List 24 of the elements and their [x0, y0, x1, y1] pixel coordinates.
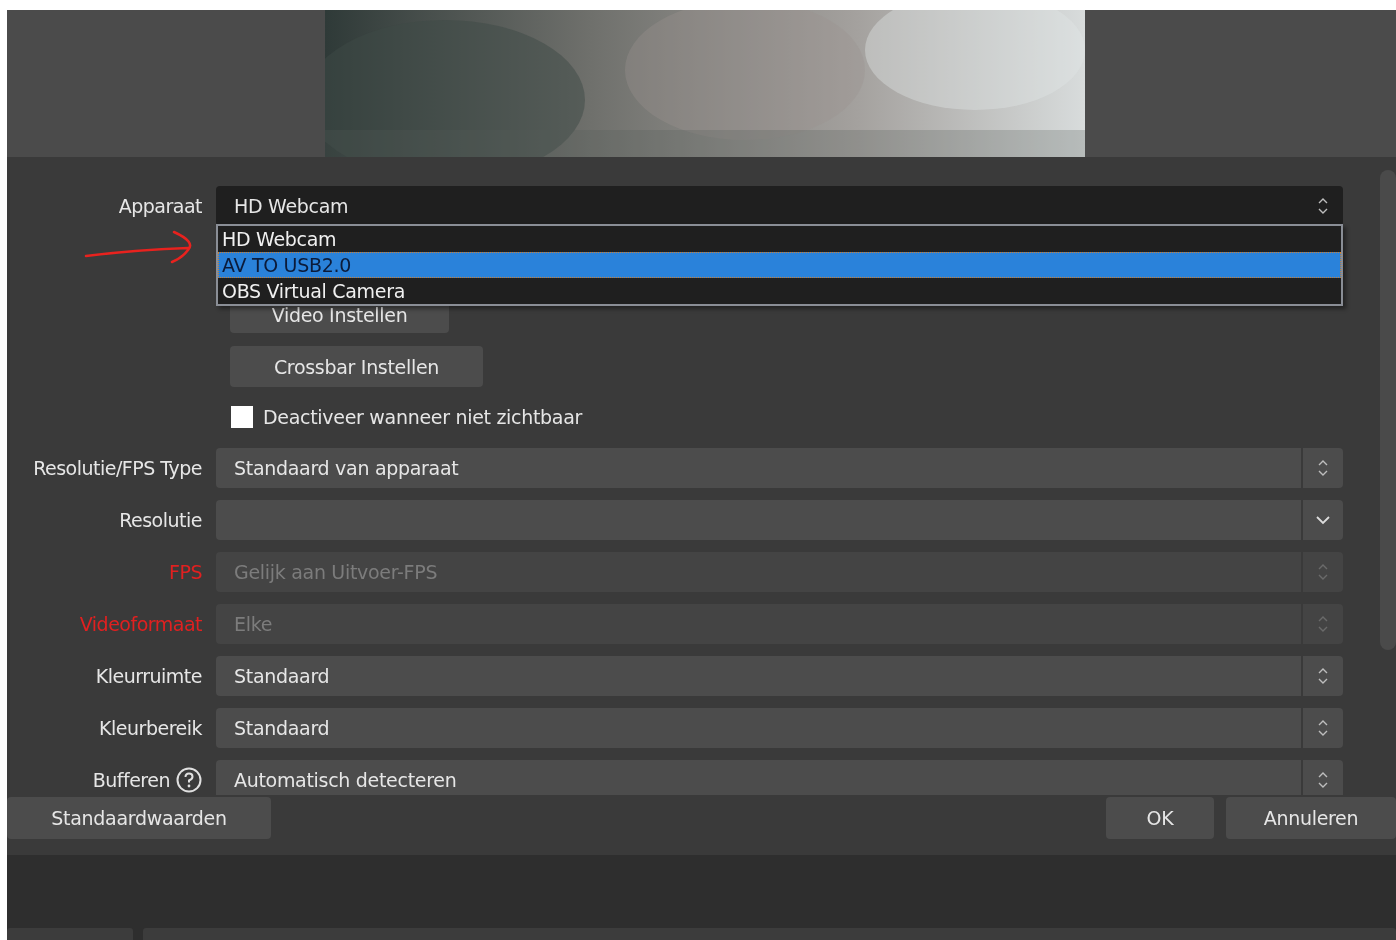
select-field[interactable]: Standaard: [216, 708, 1343, 748]
cancel-button[interactable]: Annuleren: [1226, 797, 1396, 839]
chevron-down-icon: [1316, 515, 1330, 525]
field-label: Resolutie/FPS Type: [33, 457, 202, 479]
select-field[interactable]: Automatisch detecteren: [216, 760, 1343, 795]
select-field[interactable]: Standaard van apparaat: [216, 448, 1343, 488]
dropdown-option[interactable]: AV TO USB2.0: [218, 252, 1341, 278]
field-label: Videoformaat: [79, 613, 202, 635]
field-label: Resolutie: [119, 509, 202, 531]
settings-button[interactable]: Crossbar Instellen: [230, 346, 483, 387]
field-label: Bufferen: [92, 769, 170, 791]
checkbox-label: Deactiveer wanneer niet zichtbaar: [263, 406, 583, 428]
field-label: FPS: [169, 561, 202, 583]
field-label: Kleurruimte: [95, 665, 202, 687]
ok-button[interactable]: OK: [1106, 797, 1214, 839]
device-dropdown[interactable]: HD Webcam: [216, 186, 1343, 226]
help-icon[interactable]: [176, 767, 202, 793]
defaults-button[interactable]: Standaardwaarden: [7, 797, 271, 839]
dropdown-option[interactable]: HD Webcam: [218, 226, 1341, 252]
select-field[interactable]: Standaard: [216, 656, 1343, 696]
field-label: Apparaat: [117, 195, 203, 217]
select-field[interactable]: [216, 500, 1343, 540]
field-label: Kleurbereik: [99, 717, 202, 739]
checkbox[interactable]: [231, 406, 253, 428]
